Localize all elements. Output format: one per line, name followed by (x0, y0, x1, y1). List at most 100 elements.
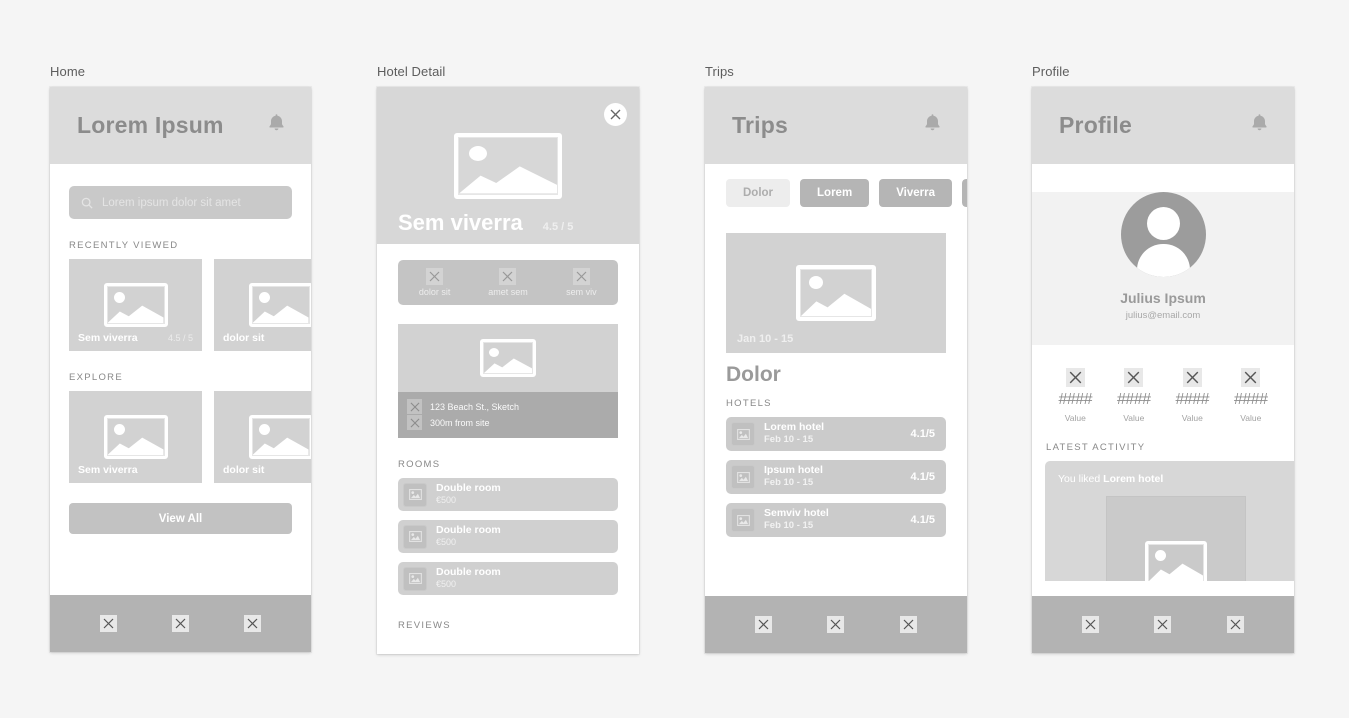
stat-label: Value (1240, 413, 1262, 423)
nav-placeholder-icon[interactable] (1081, 616, 1099, 633)
stat-item[interactable]: #### Value (1046, 368, 1105, 423)
profile-summary: Julius Ipsum julius@email.com (1032, 192, 1294, 345)
stat-value: #### (1116, 391, 1151, 408)
card-row-explore: Sem viverra dolor sit (69, 391, 311, 483)
image-placeholder-icon (103, 415, 168, 459)
room-item[interactable]: Double room €500 (398, 478, 618, 511)
nav-placeholder-icon[interactable] (99, 615, 117, 632)
card-item[interactable]: Sem viverra 4.5 / 5 (69, 259, 202, 351)
stat-value: #### (1233, 391, 1268, 408)
card-title: Sem viverra (78, 464, 138, 476)
wireframe-board: Home Lorem Ipsum Lorem ipsum dolor sit a… (0, 0, 1349, 718)
card-item[interactable]: dolor sit (214, 391, 311, 483)
room-item[interactable]: Double room €500 (398, 520, 618, 553)
hotel-thumb-icon (731, 422, 755, 446)
hotel-list-item[interactable]: Lorem hotel Feb 10 - 15 4.1/5 (726, 417, 946, 451)
search-icon (81, 197, 93, 209)
hotel-list-item[interactable]: Semviv hotel Feb 10 - 15 4.1/5 (726, 503, 946, 537)
hotel-rating: 4.5 / 5 (542, 221, 574, 233)
nav-placeholder-icon[interactable] (244, 615, 262, 632)
hotel-date: Feb 10 - 15 (764, 434, 814, 446)
filter-chip[interactable]: Ma (961, 179, 967, 207)
filter-chip[interactable]: Lorem (800, 179, 870, 207)
page-title: Trips (732, 112, 788, 138)
screen-label-home: Home (50, 64, 86, 79)
home-header: Lorem Ipsum (50, 87, 311, 164)
distance-line: 300m from site (407, 415, 609, 430)
bell-icon[interactable] (268, 113, 285, 137)
close-icon[interactable] (604, 103, 627, 126)
stat-item[interactable]: #### Value (1163, 368, 1222, 423)
address-text: 123 Beach St., Sketch (430, 401, 520, 412)
activity-target: Lorem hotel (1103, 473, 1164, 485)
nav-placeholder-icon[interactable] (754, 616, 772, 633)
amenity-item[interactable]: amet sem (471, 268, 544, 297)
screen-label-trips: Trips (705, 64, 734, 79)
room-name: Double room (436, 482, 501, 495)
nav-placeholder-icon[interactable] (171, 615, 189, 632)
user-name: Julius Ipsum (1120, 290, 1206, 306)
section-title-hotels: HOTELS (726, 398, 772, 409)
stat-item[interactable]: #### Value (1222, 368, 1281, 423)
stat-label: Value (1064, 413, 1086, 423)
bell-icon[interactable] (924, 113, 941, 137)
hotel-rating: 4.1/5 (910, 428, 935, 440)
hotel-list-item[interactable]: Ipsum hotel Feb 10 - 15 4.1/5 (726, 460, 946, 494)
filter-chip[interactable]: Viverra (879, 179, 952, 207)
hotel-title: Sem viverra (398, 210, 523, 235)
hotel-name: Semviv hotel (764, 507, 829, 520)
phone-frame-hotel-detail: Sem viverra 4.5 / 5 dolor sit amet sem s… (377, 87, 639, 654)
activity-text: You liked Lorem hotel (1058, 473, 1294, 485)
filter-chip[interactable]: Dolor (726, 179, 791, 207)
amenity-placeholder-icon (499, 268, 517, 285)
room-name: Double room (436, 566, 501, 579)
hotel-name: Lorem hotel (764, 421, 825, 434)
stat-value: #### (1175, 391, 1210, 408)
nav-placeholder-icon[interactable] (827, 616, 845, 633)
room-item[interactable]: Double room €500 (398, 562, 618, 595)
hotel-thumb-icon (731, 465, 755, 489)
image-placeholder-icon (1145, 541, 1207, 581)
amenity-label: dolor sit (418, 287, 451, 297)
card-title: dolor sit (223, 332, 265, 344)
activity-image (1106, 496, 1246, 581)
section-title-rooms: ROOMS (398, 459, 441, 470)
nav-placeholder-icon[interactable] (1227, 616, 1245, 633)
image-placeholder-icon (480, 339, 536, 377)
user-email: julius@email.com (1125, 310, 1201, 321)
activity-card[interactable]: You liked Lorem hotel (1045, 461, 1294, 581)
map-card[interactable]: 123 Beach St., Sketch 300m from site (398, 324, 618, 438)
card-row-recently-viewed: Sem viverra 4.5 / 5 dolor sit 3 / 5 (69, 259, 311, 351)
stat-placeholder-icon (1124, 368, 1144, 387)
nav-placeholder-icon[interactable] (900, 616, 918, 633)
stat-item[interactable]: #### Value (1105, 368, 1164, 423)
trip-date: Jan 10 - 15 (737, 333, 794, 345)
amenity-item[interactable]: sem viv (545, 268, 618, 297)
hotel-hero: Sem viverra 4.5 / 5 (377, 87, 639, 244)
phone-frame-profile: Profile Julius Ipsum julius@email.com ##… (1032, 87, 1294, 653)
card-item[interactable]: dolor sit 3 / 5 (214, 259, 311, 351)
phone-frame-home: Lorem Ipsum Lorem ipsum dolor sit amet R… (50, 87, 311, 652)
screen-label-profile: Profile (1032, 64, 1070, 79)
avatar[interactable] (1120, 192, 1206, 277)
card-item[interactable]: Sem viverra (69, 391, 202, 483)
section-title-latest-activity: LATEST ACTIVITY (1046, 442, 1146, 453)
room-name: Double room (436, 524, 501, 537)
map-info: 123 Beach St., Sketch 300m from site (398, 392, 618, 438)
room-price: €500 (436, 537, 457, 548)
stat-label: Value (1181, 413, 1203, 423)
bell-icon[interactable] (1251, 113, 1268, 137)
room-price: €500 (436, 579, 457, 590)
amenity-item[interactable]: dolor sit (398, 268, 471, 297)
trip-hero-card[interactable]: Jan 10 - 15 (726, 233, 946, 353)
card-title: Sem viverra (78, 332, 138, 344)
hotel-date: Feb 10 - 15 (764, 520, 814, 532)
search-input[interactable]: Lorem ipsum dolor sit amet (69, 186, 292, 219)
nav-placeholder-icon[interactable] (1154, 616, 1172, 633)
room-thumb-icon (403, 482, 427, 507)
stat-placeholder-icon (1182, 368, 1202, 387)
stat-value: #### (1058, 391, 1093, 408)
distance-placeholder-icon (407, 415, 422, 430)
stat-placeholder-icon (1241, 368, 1261, 387)
view-all-button[interactable]: View All (69, 503, 292, 534)
